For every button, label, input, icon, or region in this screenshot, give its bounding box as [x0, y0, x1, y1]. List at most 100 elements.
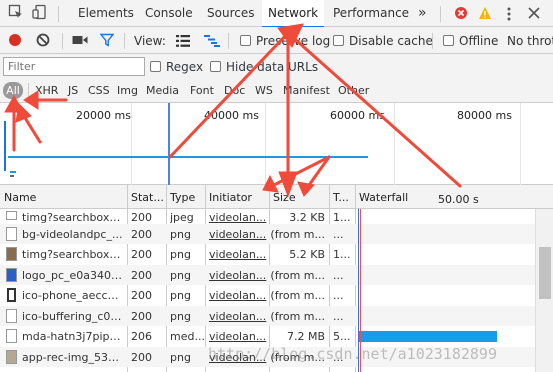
overview-tick: 20000 ms: [76, 109, 131, 122]
type-filter-all[interactable]: All: [3, 82, 23, 99]
filter-input[interactable]: [3, 57, 145, 76]
offline-checkbox[interactable]: Offline: [443, 34, 498, 48]
table-row[interactable]: logo_pc_e0a3408... 200 png videolan... (…: [0, 264, 535, 285]
request-name: bg-videolandpc_...: [22, 227, 123, 241]
regex-checkbox[interactable]: Regex: [150, 60, 203, 74]
gridline: [265, 103, 266, 185]
filter-icon[interactable]: [99, 33, 115, 50]
type-filter-manifest[interactable]: Manifest: [283, 84, 330, 97]
checkbox-box[interactable]: [443, 35, 454, 46]
network-overview[interactable]: 20000 ms 40000 ms 60000 ms 80000 ms: [0, 103, 553, 185]
request-size: 5.2 KB: [289, 248, 325, 261]
request-size: (from m...: [270, 227, 325, 241]
capture-screenshots-icon[interactable]: [72, 34, 88, 49]
tab-console[interactable]: Console: [145, 0, 193, 27]
request-size: 3.2 KB: [289, 211, 325, 224]
disable-cache-checkbox[interactable]: Disable cache: [333, 34, 433, 48]
request-initiator[interactable]: videolan...: [209, 228, 267, 241]
request-initiator[interactable]: videolan...: [209, 289, 267, 302]
request-time: ...: [333, 289, 344, 302]
preserve-log-label: Preserve log: [256, 34, 331, 48]
overview-mini-bar: [10, 175, 14, 177]
request-initiator[interactable]: videolan...: [209, 310, 267, 323]
gridline: [520, 103, 521, 185]
type-filter-img[interactable]: Img: [117, 84, 138, 97]
logo-thumbnail-icon: [6, 267, 17, 282]
request-initiator[interactable]: videolan...: [209, 248, 267, 261]
hide-data-urls-checkbox[interactable]: Hide data URLs: [210, 60, 318, 74]
image-file-icon: [6, 226, 17, 241]
regex-label: Regex: [166, 60, 204, 74]
type-filter-font[interactable]: Font: [190, 84, 214, 97]
tab-sources[interactable]: Sources: [207, 0, 254, 27]
inspect-element-icon[interactable]: [8, 4, 24, 23]
request-name: mda-hatn3j7pipw...: [22, 330, 124, 343]
view-label: View:: [134, 34, 166, 48]
record-button[interactable]: [8, 33, 22, 50]
type-filter-media[interactable]: Media: [146, 84, 179, 97]
table-row[interactable]: ico-phone_aecc7... 200 png videolan... (…: [0, 285, 535, 306]
preserve-log-checkbox[interactable]: Preserve log: [240, 34, 330, 48]
device-toolbar-icon[interactable]: [32, 4, 48, 23]
table-scrollbar[interactable]: [535, 209, 553, 372]
type-filter-css[interactable]: CSS: [88, 84, 110, 97]
request-size: (from m...: [270, 268, 325, 282]
request-time: ...: [333, 268, 344, 282]
type-filter-js[interactable]: JS: [68, 84, 78, 97]
image-thumbnail-icon: [6, 247, 17, 261]
type-filter-ws[interactable]: WS: [255, 84, 273, 97]
image-file-icon: [6, 211, 17, 220]
type-filter-xhr[interactable]: XHR: [35, 84, 58, 97]
large-rows-icon[interactable]: [176, 35, 190, 50]
request-type: png: [170, 309, 191, 323]
clear-icon[interactable]: [36, 33, 50, 50]
watermark: http://blog.csdn.net/a1023182899: [208, 345, 497, 363]
request-name: ico-buffering_c03...: [22, 309, 124, 323]
close-icon[interactable]: [527, 6, 541, 23]
overview-marker-line: [168, 103, 170, 185]
warning-icon: [478, 6, 492, 23]
request-name: app-rec-img_535...: [22, 350, 124, 364]
request-initiator[interactable]: videolan...: [209, 211, 267, 224]
request-time: ...: [333, 227, 344, 241]
filter-bar: Regex Hide data URLs: [0, 54, 553, 79]
waterfall-overview-icon[interactable]: [204, 35, 220, 50]
menu-dots-icon[interactable]: [506, 6, 512, 25]
checkbox-box[interactable]: [240, 35, 251, 46]
more-tabs-button[interactable]: »: [418, 0, 427, 27]
table-row[interactable]: bg-videolandpc_... 200 png videolan... (…: [0, 223, 535, 244]
table-row[interactable]: ico-buffering_c03... 200 png videolan...…: [0, 305, 535, 326]
checkbox-box[interactable]: [333, 35, 344, 46]
request-type: png: [170, 289, 191, 302]
table-row[interactable]: mda-hatn3j7pipw... 206 med... videolan..…: [0, 326, 535, 347]
tab-performance[interactable]: Performance: [333, 0, 409, 27]
divider: [62, 33, 63, 49]
throttling-select[interactable]: No throt: [507, 34, 553, 48]
request-initiator[interactable]: videolan...: [209, 330, 267, 343]
divider: [440, 6, 441, 22]
request-initiator[interactable]: videolan...: [209, 269, 267, 282]
request-time: 1...: [333, 248, 351, 261]
tab-elements[interactable]: Elements: [78, 0, 134, 27]
request-status: 200: [131, 350, 152, 364]
type-filter-other[interactable]: Other: [338, 84, 369, 97]
request-status: 200: [131, 248, 152, 261]
request-status: 206: [131, 330, 152, 343]
request-status: 200: [131, 309, 152, 323]
error-icon: [454, 6, 468, 23]
offline-label: Offline: [459, 34, 499, 48]
request-type: png: [170, 268, 191, 282]
table-row[interactable]: timg?searchbox_f... 200 jpeg videolan...…: [0, 203, 535, 224]
checkbox-box[interactable]: [150, 61, 161, 72]
checkbox-box[interactable]: [210, 61, 221, 72]
scrollbar-thumb[interactable]: [539, 247, 551, 299]
request-size: 7.2 MB: [286, 330, 325, 343]
request-status: 200: [131, 227, 152, 241]
overview-tick: 40000 ms: [204, 109, 259, 122]
request-status: 200: [131, 289, 152, 302]
type-filter-doc[interactable]: Doc: [224, 84, 245, 97]
request-type: png: [170, 227, 191, 241]
table-row[interactable]: timg?searchbox_f... 200 png videolan... …: [0, 244, 535, 265]
tab-network[interactable]: Network: [262, 0, 325, 28]
divider: [58, 6, 59, 22]
